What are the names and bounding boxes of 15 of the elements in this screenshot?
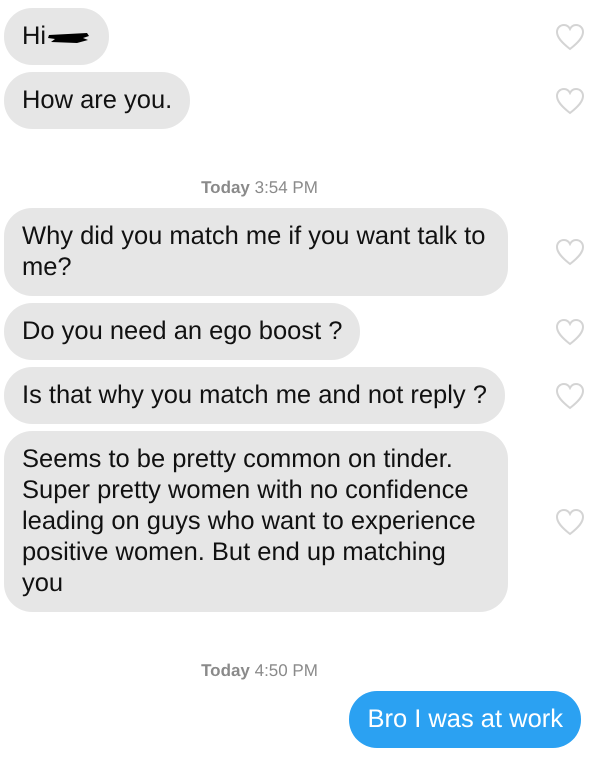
heart-icon[interactable] (555, 318, 585, 346)
heart-icon[interactable] (555, 508, 585, 536)
heart-icon[interactable] (555, 22, 585, 50)
message-text: Bro I was at work (367, 704, 563, 735)
heart-icon[interactable] (555, 238, 585, 266)
heart-icon[interactable] (555, 382, 585, 410)
heart-icon[interactable] (555, 86, 585, 114)
timestamp: Today 3:54 PM (201, 178, 318, 198)
message-text: Seems to be pretty common on tinder. Super pretty women with no confidence leading on guys who want to experience positive women. But end up matching you (22, 444, 477, 599)
timestamp: Today 4:50 PM (201, 661, 318, 681)
message-text: Do you need an ego boost ? (22, 316, 342, 347)
message-text: How are you. (22, 85, 172, 116)
message-text: Is that why you match me and not reply ? (22, 380, 487, 411)
message-text: Why did you match me if you want talk to me? (22, 221, 486, 283)
message-text: Hi (22, 21, 46, 52)
